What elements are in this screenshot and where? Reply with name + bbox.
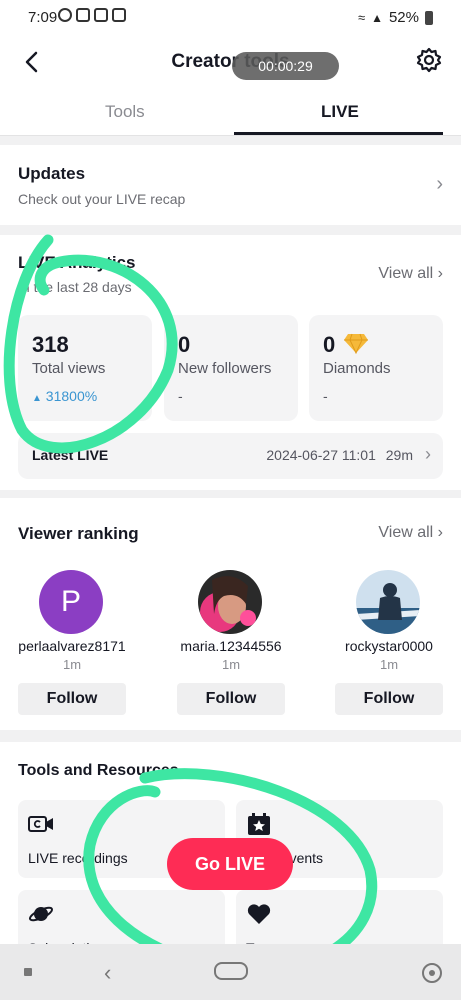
avatar[interactable]: P (39, 570, 103, 634)
status-time: 7:09 (28, 9, 58, 26)
assistant-icon[interactable] (422, 963, 442, 983)
viewer-time: 1m (221, 657, 241, 672)
follow-button[interactable]: Follow (177, 683, 285, 715)
battery-percent: 52% (388, 9, 419, 26)
analytics-title: LIVE Analytics (18, 253, 136, 272)
stat-new-followers[interactable]: 0 New followers - (164, 315, 298, 421)
analytics-subtitle: In the last 28 days (18, 279, 132, 295)
follow-button[interactable]: Follow (335, 683, 443, 715)
home-icon[interactable] (214, 962, 248, 980)
chevron-right-icon: › (436, 173, 443, 195)
viewer-item: maria.12344556 1m Follow (161, 568, 301, 718)
video-replay-icon (28, 816, 53, 832)
view-all-label: View all (378, 524, 434, 541)
go-live-button[interactable]: Go LIVE (167, 838, 293, 890)
diamond-icon (344, 333, 368, 354)
stat-value: 0 (323, 332, 336, 357)
avatar[interactable] (356, 570, 420, 634)
recording-timer: 00:00:29 (232, 52, 339, 80)
stat-label: Total views (32, 360, 106, 377)
stat-change: - (323, 388, 328, 404)
view-all-label: View all (378, 265, 434, 282)
ranking-title: Viewer ranking (18, 524, 139, 543)
calendar-star-icon (248, 813, 270, 835)
header: Creator tools 00:00:29 (0, 34, 461, 92)
gear-icon[interactable] (415, 46, 443, 74)
viewer-time: 1m (62, 657, 82, 672)
video-icon (112, 8, 126, 22)
image-icon (76, 8, 90, 22)
stat-total-views[interactable]: 318 Total views ▲ 31800% (18, 315, 152, 421)
viewer-time: 1m (379, 657, 399, 672)
viewer-item: rockystar0000 1m Follow (319, 568, 459, 718)
tools-title: Tools and Resources (18, 762, 179, 779)
viewer-item: P perlaalvarez8171 1m Follow (2, 568, 142, 718)
signal-icon: ▲ (371, 10, 383, 25)
ranking-view-all-link[interactable]: View all › (378, 524, 443, 542)
tab-live[interactable]: LIVE (321, 102, 359, 122)
heart-icon (247, 904, 271, 924)
viewer-ranking-card: Viewer ranking View all › P perlaalvarez… (0, 498, 461, 730)
nav-back-icon[interactable]: ‹ (104, 960, 111, 986)
stat-change: ▲ 31800% (32, 388, 98, 404)
stat-label: New followers (178, 360, 272, 377)
battery-icon (425, 10, 433, 25)
whatsapp-icon (58, 8, 72, 22)
stat-label: Diamonds (323, 360, 391, 377)
status-right: ≈ ▲ 52% (358, 9, 433, 26)
latest-live-label: Latest LIVE (32, 447, 109, 463)
notification-icons (58, 8, 126, 22)
viewer-name[interactable]: maria.12344556 (161, 638, 301, 654)
viewer-name[interactable]: rockystar0000 (319, 638, 459, 654)
chevron-right-icon: › (425, 444, 431, 464)
updates-subtitle: Check out your LIVE recap (18, 191, 186, 207)
analytics-view-all-link[interactable]: View all › (378, 265, 443, 283)
active-tab-indicator (234, 132, 443, 135)
tab-tools[interactable]: Tools (105, 102, 145, 122)
tab-bar: Tools LIVE (0, 92, 461, 136)
stat-change: - (178, 388, 183, 404)
image-icon (94, 8, 108, 22)
status-bar: 7:09 ≈ ▲ 52% (0, 0, 461, 34)
updates-title: Updates (18, 164, 86, 183)
tool-label: LIVE recordings (28, 850, 128, 866)
triangle-up-icon: ▲ (32, 393, 42, 404)
chevron-right-icon: › (437, 265, 443, 282)
recent-apps-icon[interactable] (24, 968, 32, 976)
planet-icon (28, 906, 54, 922)
avatar[interactable] (198, 570, 262, 634)
follow-button[interactable]: Follow (18, 683, 126, 715)
stat-value: 0 (178, 332, 191, 357)
stat-value: 318 (32, 332, 69, 357)
wifi-icon: ≈ (357, 10, 366, 25)
latest-live-date: 2024-06-27 11:01 (266, 447, 376, 463)
page-title: Creator tools (171, 51, 290, 72)
stat-diamonds[interactable]: 0 Diamonds - (309, 315, 443, 421)
latest-live-duration: 29m (385, 447, 413, 463)
viewer-name[interactable]: perlaalvarez8171 (2, 638, 142, 654)
system-nav-bar: ‹ (0, 944, 461, 1000)
updates-card[interactable]: Updates Check out your LIVE recap › (0, 145, 461, 225)
latest-live-meta: 2024-06-27 11:01 29m (266, 447, 413, 463)
live-analytics-card: LIVE Analytics In the last 28 days View … (0, 235, 461, 490)
chevron-right-icon: › (437, 524, 443, 541)
latest-live-row[interactable]: Latest LIVE 2024-06-27 11:01 29m › (18, 433, 443, 479)
